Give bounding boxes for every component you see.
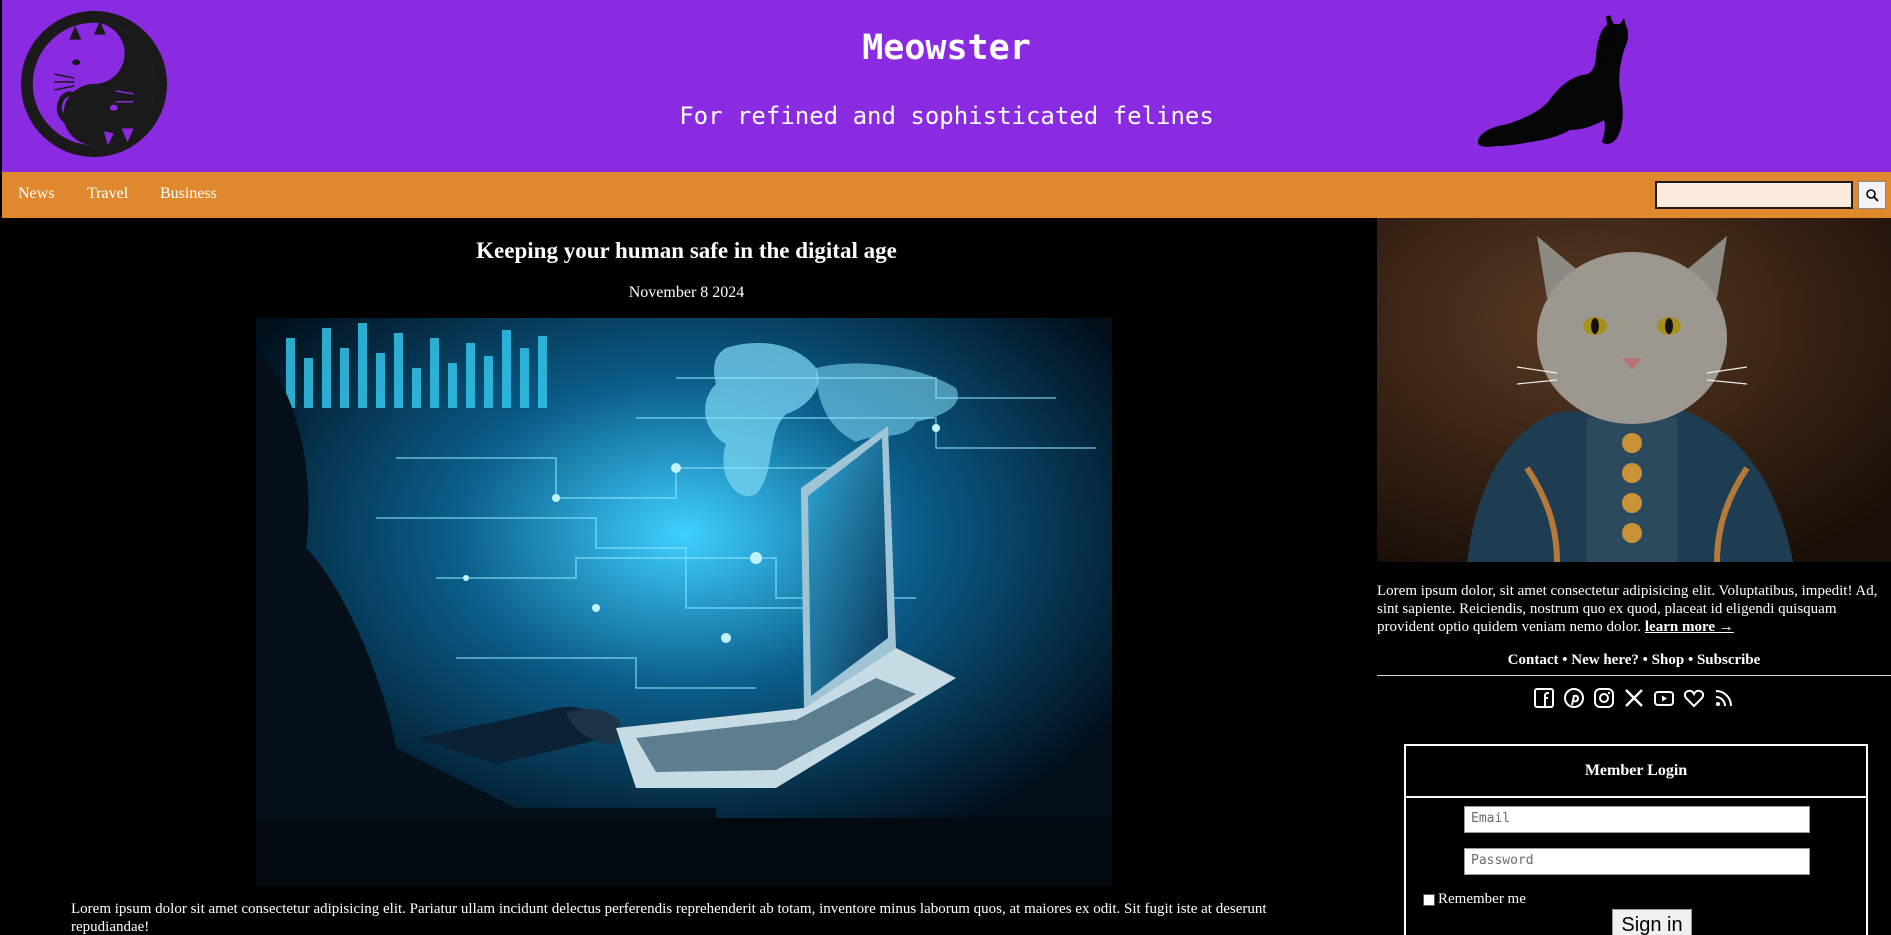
member-login-panel: Member Login Email Password Remember me … xyxy=(1404,744,1868,935)
sidebar-intro: Lorem ipsum dolor, sit amet consectetur … xyxy=(1377,582,1891,636)
social-icons xyxy=(1377,687,1891,709)
remember-me-label: Remember me xyxy=(1438,891,1526,907)
sign-in-button[interactable]: Sign in xyxy=(1612,909,1692,935)
stretching-cat-silhouette xyxy=(1478,15,1628,147)
search-icon xyxy=(1866,189,1879,202)
email-field[interactable]: Email xyxy=(1464,806,1810,833)
heart-icon[interactable] xyxy=(1683,687,1705,709)
nav-item-business[interactable]: Business xyxy=(160,185,217,203)
link-separator: • xyxy=(1562,652,1568,668)
search-button[interactable] xyxy=(1858,181,1886,209)
remember-me: Remember me xyxy=(1423,891,1526,908)
member-login-heading: Member Login xyxy=(1406,746,1866,798)
nav-item-travel[interactable]: Travel xyxy=(87,185,128,203)
password-field[interactable]: Password xyxy=(1464,848,1810,875)
divider xyxy=(1377,675,1891,676)
article-date: November 8 2024 xyxy=(628,284,745,301)
site-header: Meowster For refined and sophisticated f… xyxy=(2,0,1891,172)
link-separator: • xyxy=(1687,652,1694,668)
rss-icon[interactable] xyxy=(1713,687,1735,709)
contact-link[interactable]: Contact xyxy=(1508,652,1559,668)
sidebar-intro-text: Lorem ipsum dolor, sit amet consectetur … xyxy=(1377,583,1878,635)
hero-image-digital-security xyxy=(256,318,1112,886)
instagram-icon[interactable] xyxy=(1593,687,1615,709)
nav-bar: News Travel Business xyxy=(2,172,1891,218)
article-title: Keeping your human safe in the digital a… xyxy=(476,238,897,263)
pinterest-icon[interactable] xyxy=(1563,687,1585,709)
remember-me-checkbox[interactable] xyxy=(1423,893,1435,906)
youtube-icon[interactable] xyxy=(1653,687,1675,709)
facebook-icon[interactable] xyxy=(1533,687,1555,709)
learn-more-link[interactable]: learn more → xyxy=(1645,619,1734,635)
sidebar-links: Contact • New here? • Shop • Subscribe xyxy=(1377,652,1891,669)
search-input[interactable] xyxy=(1655,181,1853,209)
link-separator: • xyxy=(1642,652,1648,668)
subscribe-link[interactable]: Subscribe xyxy=(1697,652,1760,668)
x-icon[interactable] xyxy=(1623,687,1645,709)
new-here-link[interactable]: New here? xyxy=(1571,652,1639,668)
article-body: Lorem ipsum dolor sit amet consectetur a… xyxy=(71,901,1267,935)
nav-item-news[interactable]: News xyxy=(18,185,54,203)
shop-link[interactable]: Shop xyxy=(1652,652,1685,668)
cat-portrait-image xyxy=(1377,218,1891,562)
